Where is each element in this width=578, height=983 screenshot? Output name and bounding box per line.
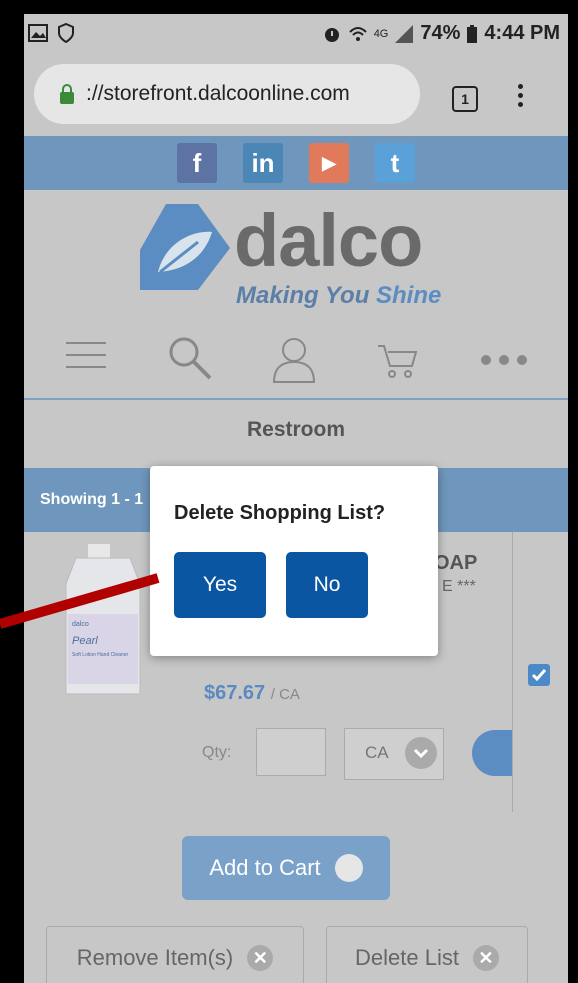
status-bar: 4G 74% 4:44 PM [24, 14, 568, 56]
uom-select[interactable]: CA [344, 728, 444, 780]
tagline-prefix: Making You [236, 282, 377, 309]
menu-icon[interactable] [66, 334, 108, 374]
account-icon[interactable] [270, 334, 318, 384]
category-title: Restroom [246, 418, 346, 441]
remove-items-button[interactable]: Remove Item(s) ✕ [46, 926, 304, 983]
column-divider [512, 532, 513, 812]
url-text: ://storefront.dalcoonline.com [86, 82, 350, 105]
lock-icon [60, 84, 74, 104]
tagline-emphasis: Shine [376, 282, 442, 309]
clock-time: 4:44 PM [484, 22, 560, 44]
product-price: $67.67 / CA [204, 682, 300, 705]
screenshot-border-right [568, 0, 578, 983]
more-icon[interactable] [480, 354, 528, 366]
quantity-input[interactable] [256, 728, 326, 776]
dialog-title: Delete Shopping List? [174, 502, 386, 524]
cart-icon[interactable] [376, 334, 418, 380]
dalco-leaf-icon [140, 204, 230, 290]
delete-list-button[interactable]: Delete List ✕ [326, 926, 528, 983]
brand-name: dalco [234, 199, 423, 282]
chevron-down-icon [405, 737, 437, 769]
uom-value: CA [365, 743, 389, 762]
facebook-icon[interactable]: f [177, 143, 217, 183]
add-to-cart-label: Add to Cart [209, 855, 321, 880]
close-circle-icon: ✕ [247, 945, 274, 971]
price-value: $67.67 [204, 682, 266, 704]
wifi-icon [348, 26, 367, 41]
remove-items-label: Remove Item(s) [76, 945, 234, 970]
product-image-desc: Soft Lotion Hand Cleaner [72, 652, 128, 658]
site-nav [24, 320, 568, 400]
product-title[interactable]: OAP [434, 552, 477, 575]
battery-icon [467, 24, 478, 43]
status-right: 4G 74% 4:44 PM [322, 22, 560, 45]
annotation-arrow [0, 573, 160, 629]
cart-circle-icon [334, 854, 363, 882]
alarm-icon [324, 27, 339, 42]
linkedin-icon[interactable]: in [243, 143, 283, 183]
url-bar[interactable]: ://storefront.dalcoonline.com [34, 64, 420, 124]
qty-label: Qty: [202, 744, 232, 761]
no-button[interactable]: No [286, 552, 368, 618]
site-logo[interactable]: dalco Making You Shine [24, 190, 568, 320]
browser-menu-icon[interactable] [518, 84, 524, 111]
select-item-checkbox[interactable] [528, 664, 550, 686]
product-subtitle: E *** [442, 578, 476, 595]
twitter-icon[interactable]: t [375, 143, 415, 183]
add-item-to-cart-icon[interactable] [472, 730, 512, 776]
signal-icon [395, 24, 414, 43]
network-type: 4G [373, 27, 389, 40]
delete-list-label: Delete List [355, 945, 459, 970]
browser-toolbar: ://storefront.dalcoonline.com 1 [24, 56, 568, 136]
add-to-cart-button[interactable]: Add to Cart [182, 836, 390, 900]
price-unit: / CA [270, 686, 300, 703]
shield-icon [58, 23, 74, 43]
battery-percent: 74% [420, 22, 461, 44]
status-left-icons [28, 23, 74, 43]
tab-switcher-button[interactable]: 1 [452, 86, 478, 112]
gallery-icon [28, 24, 48, 42]
brand-tagline: Making You Shine [236, 282, 441, 310]
youtube-icon[interactable]: ▶ [309, 143, 349, 183]
social-bar: f in ▶ t [24, 136, 568, 190]
search-icon[interactable] [166, 334, 214, 382]
screenshot-border-left [0, 0, 24, 983]
close-circle-icon: ✕ [472, 945, 499, 971]
